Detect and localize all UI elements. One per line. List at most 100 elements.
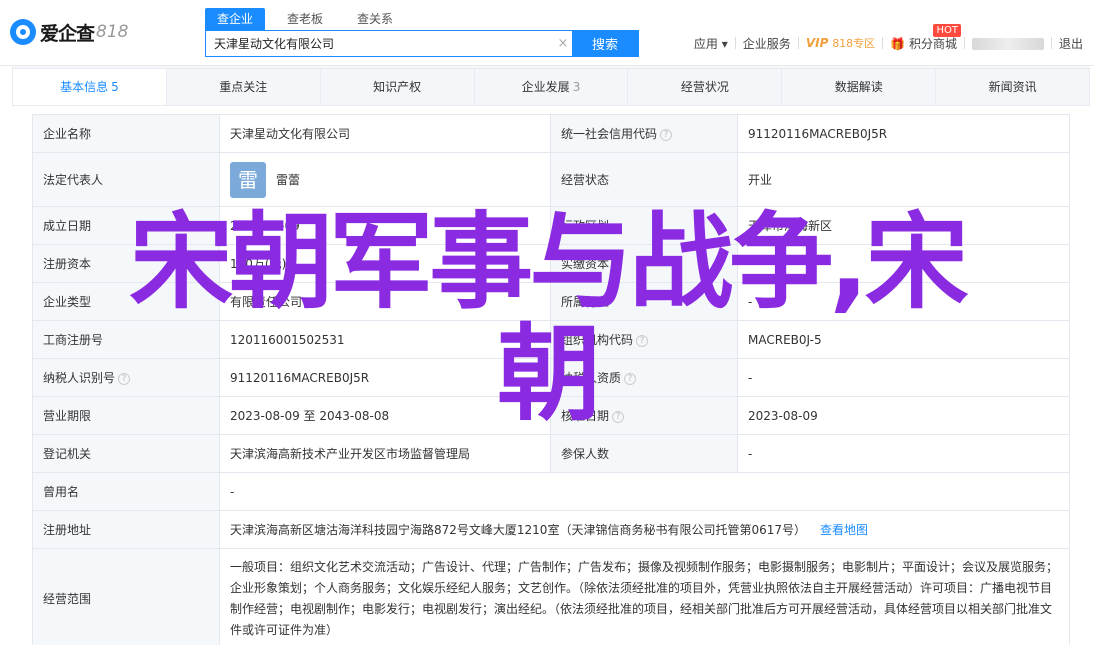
org-code-label: 组织机构代码? [550,320,738,359]
legal-rep-cell: 雷 雷蕾 [219,152,551,207]
search-tabs: 查企业 查老板 查关系 [205,8,415,30]
tab-operation[interactable]: 经营状况 [628,69,783,105]
help-icon[interactable]: ? [612,410,625,423]
paid-capital-label: 实缴资本 [550,244,738,283]
tab-data-analysis[interactable]: 数据解读 [782,69,937,105]
clear-icon[interactable]: × [554,31,572,56]
logo-icon [10,19,36,45]
app-menu[interactable]: 应用 ▾ [694,35,728,52]
search-tab-boss[interactable]: 查老板 [275,8,335,30]
status-value: 开业 [737,152,1070,207]
table-row: 企业类型 有限责任公司 所属行业 - [32,282,1070,321]
enterprise-service-link[interactable]: 企业服务 [743,35,791,52]
table-row: 曾用名 - [32,472,1070,511]
divider [882,37,884,49]
authority-label: 登记机关 [32,434,220,473]
chevron-down-icon: ▾ [721,36,728,51]
vip-zone-link[interactable]: VIP 818专区 [806,35,875,51]
vip-label: VIP [805,36,829,50]
tax-id-label: 纳税人识别号? [32,358,220,397]
type-label: 企业类型 [32,282,220,321]
tab-label: 基本信息 [60,80,109,94]
table-row: 企业名称 天津星动文化有限公司 统一社会信用代码? 91120116MACREB… [32,114,1070,153]
tax-id-value: 91120116MACREB0J5R [219,358,551,397]
reg-no-value: 120116001502531 [219,320,551,359]
avatar[interactable]: 雷 [230,161,266,198]
reg-capital-label: 注册资本 [32,244,220,283]
tab-label: 重点关注 [219,80,268,94]
divider [797,37,799,49]
reg-capital-value: 100万(元) [219,244,551,283]
search-tab-company[interactable]: 查企业 [205,8,266,30]
org-code-label-text: 组织机构代码 [561,333,634,347]
vip-sub-label: 818专区 [832,37,876,50]
credit-code-label: 统一社会信用代码? [550,114,738,153]
org-code-value: MACREB0J-5 [737,320,1070,359]
scope-label: 经营范围 [32,548,220,645]
tax-id-label-text: 纳税人识别号 [43,371,116,385]
tab-label: 数据解读 [834,80,883,94]
help-icon[interactable]: ? [118,372,131,385]
main-content: 基本信息 5 重点关注 知识产权 企业发展 3 经营状况 数据解读 新闻资讯 企业名… [12,66,1090,645]
qualification-label-text: 纳税人资质 [561,371,622,385]
industry-label: 所属行业 [550,282,738,321]
tab-label: 新闻资讯 [988,80,1037,94]
tab-development[interactable]: 企业发展 3 [475,69,629,105]
former-name-value: - [219,472,1070,511]
industry-value: - [737,282,1070,321]
tab-count: 5 [111,80,119,94]
detail-tabbar: 基本信息 5 重点关注 知识产权 企业发展 3 经营状况 数据解读 新闻资讯 [12,68,1090,106]
tab-ip[interactable]: 知识产权 [321,69,475,105]
help-icon[interactable]: ? [660,128,673,141]
points-mall-link[interactable]: 🎁 积分商城 HOT [890,23,961,52]
credit-code-label-text: 统一社会信用代码 [561,127,658,141]
search-button[interactable]: 搜索 [572,31,638,56]
address-cell: 天津滨海高新区塘沽海洋科技园宁海路872号文峰大厦1210室（天津锦信商务秘书有… [219,510,1070,549]
insured-label: 参保人数 [550,434,738,473]
reg-no-label: 工商注册号 [32,320,220,359]
logo-number: 818 [96,22,129,42]
points-mall-label: 积分商城 [908,36,957,51]
logo[interactable]: 爱企查 818 [10,18,128,46]
address-value: 天津滨海高新区塘沽海洋科技园宁海路872号文峰大厦1210室（天津锦信商务秘书有… [230,523,806,537]
table-row: 注册地址 天津滨海高新区塘沽海洋科技园宁海路872号文峰大厦1210室（天津锦信… [32,510,1070,549]
company-name-value: 天津星动文化有限公司 [219,114,551,153]
credit-code-value: 91120116MACREB0J5R [737,114,1070,153]
logo-text: 爱企查 [40,22,95,45]
user-account[interactable] [971,36,1044,50]
approval-label: 核准日期? [550,396,738,435]
view-map-link[interactable]: 查看地图 [820,523,868,537]
hot-badge: HOT [933,23,961,37]
tab-key-focus[interactable]: 重点关注 [167,69,321,105]
divider [1050,37,1052,49]
table-row: 登记机关 天津滨海高新技术产业开发区市场监督管理局 参保人数 - [32,434,1070,473]
tab-news[interactable]: 新闻资讯 [936,69,1089,105]
logout-link[interactable]: 退出 [1059,35,1083,52]
help-icon[interactable]: ? [636,334,649,347]
qualification-value: - [737,358,1070,397]
tab-basic-info[interactable]: 基本信息 5 [13,69,167,105]
search-box: × 搜索 [205,30,639,57]
help-icon[interactable]: ? [624,372,637,385]
term-value: 2023-08-09 至 2043-08-08 [219,396,551,435]
table-row: 营业期限 2023-08-09 至 2043-08-08 核准日期? 2023-… [32,396,1070,435]
search-tab-relation[interactable]: 查关系 [345,8,405,30]
company-name-label: 企业名称 [32,114,220,153]
basic-info-panel: 企业名称 天津星动文化有限公司 统一社会信用代码? 91120116MACREB… [12,106,1090,645]
top-nav: 应用 ▾ 企业服务 VIP 818专区 🎁 积分商城 HOT 退出 [687,23,1090,56]
founded-value: 2023-08-09 [219,206,551,245]
table-row: 工商注册号 120116001502531 组织机构代码? MACREB0J-5 [32,320,1070,359]
paid-capital-value: - [737,244,1070,283]
tab-label: 企业发展 [521,80,570,94]
legal-rep-name[interactable]: 雷蕾 [276,171,300,188]
insured-value: - [737,434,1070,473]
table-row: 注册资本 100万(元) 实缴资本 - [32,244,1070,283]
search-input[interactable] [206,31,554,56]
qualification-label: 纳税人资质? [550,358,738,397]
tab-count: 3 [572,80,581,94]
type-value: 有限责任公司 [219,282,551,321]
tab-label: 知识产权 [373,80,422,94]
table-row: 成立日期 2023-08-09 行政区划 天津市滨海新区 [32,206,1070,245]
table-row: 经营范围 一般项目：组织文化艺术交流活动；广告设计、代理；广告制作；广告发布；摄… [32,548,1070,645]
table-row: 法定代表人 雷 雷蕾 经营状态 开业 [32,152,1070,207]
